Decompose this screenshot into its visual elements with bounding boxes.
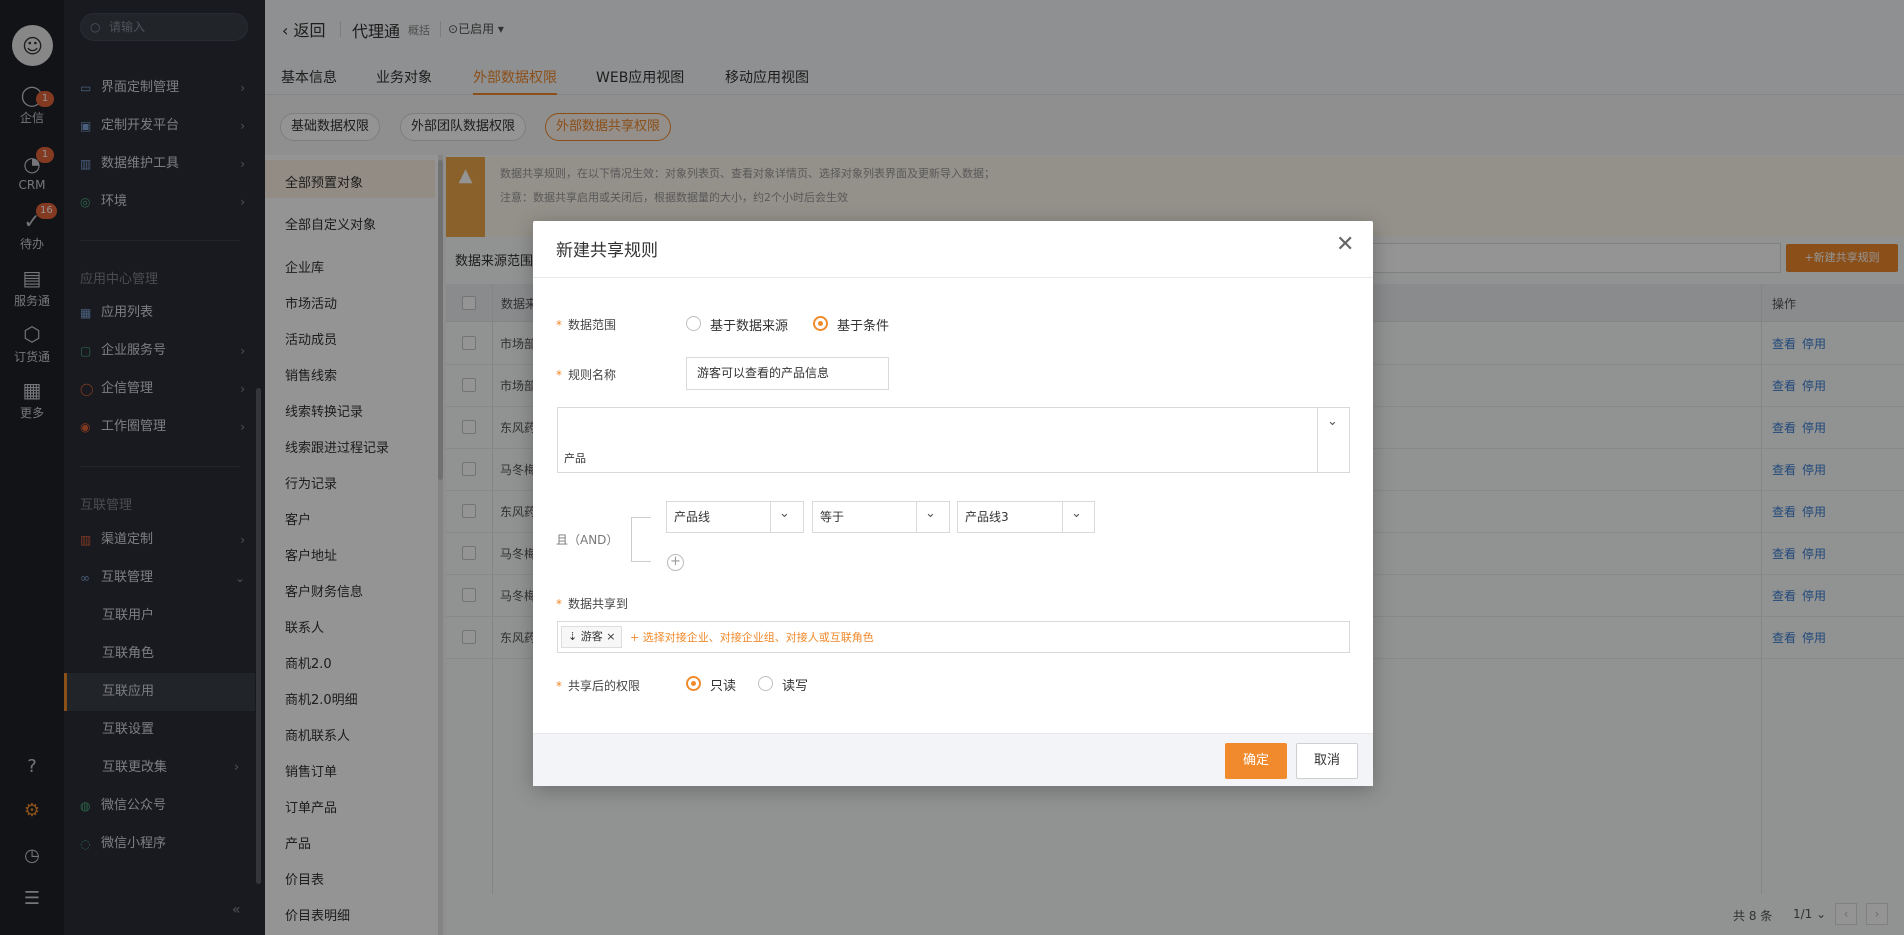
- rule-name-label-text: 规则名称: [568, 368, 617, 382]
- add-condition-icon[interactable]: +: [667, 554, 684, 571]
- scope-label-text: 数据范围: [568, 318, 617, 332]
- permission-radio-readonly[interactable]: [686, 676, 701, 691]
- new-share-rule-dialog: [533, 221, 1373, 786]
- scope-option-source[interactable]: 基于数据来源: [710, 315, 788, 334]
- share-tag-label: 游客: [580, 630, 603, 643]
- close-icon[interactable]: ✕: [1336, 234, 1354, 256]
- required-mark: *: [556, 679, 562, 693]
- rule-name-input[interactable]: 游客可以查看的产品信息: [686, 357, 889, 390]
- divider: [1317, 407, 1318, 473]
- object-select-value: 产品: [564, 452, 586, 465]
- divider: [533, 277, 1373, 278]
- remove-tag-icon[interactable]: ×: [606, 630, 615, 643]
- permission-option-readwrite[interactable]: 读写: [782, 675, 808, 694]
- divider: [770, 501, 771, 533]
- rule-name-label: * 规则名称: [556, 366, 616, 383]
- share-to-label-text: 数据共享到: [568, 597, 629, 611]
- permission-radio-readwrite[interactable]: [758, 676, 773, 691]
- share-tag: ⇣ 游客 ×: [561, 626, 623, 648]
- user-icon: ⇣: [568, 630, 581, 643]
- share-target-add[interactable]: + 选择对接企业、对接企业组、对接人或互联角色: [630, 629, 874, 645]
- scope-radio-condition[interactable]: [813, 316, 828, 331]
- chevron-down-icon: ⌄: [779, 506, 790, 521]
- permission-label: * 共享后的权限: [556, 677, 640, 694]
- required-mark: *: [556, 597, 562, 611]
- permission-option-readonly[interactable]: 只读: [710, 675, 736, 694]
- required-mark: *: [556, 318, 562, 332]
- chevron-down-icon: ⌄: [925, 506, 936, 521]
- confirm-button[interactable]: 确定: [1225, 743, 1287, 779]
- cancel-button[interactable]: 取消: [1296, 743, 1358, 779]
- object-select[interactable]: [557, 407, 1350, 473]
- chevron-down-icon[interactable]: ⌄: [1327, 414, 1338, 429]
- permission-label-text: 共享后的权限: [568, 679, 641, 693]
- required-mark: *: [556, 368, 562, 382]
- scope-option-condition[interactable]: 基于条件: [837, 315, 889, 334]
- dialog-title: 新建共享规则: [556, 241, 658, 261]
- scope-radio-source[interactable]: [686, 316, 701, 331]
- divider: [916, 501, 917, 533]
- scope-label: * 数据范围: [556, 316, 616, 333]
- divider: [1062, 501, 1063, 533]
- and-label: 且（AND）: [556, 533, 619, 547]
- chevron-down-icon: ⌄: [1071, 506, 1082, 521]
- condition-bracket: [631, 517, 651, 562]
- share-to-label: * 数据共享到: [556, 595, 628, 612]
